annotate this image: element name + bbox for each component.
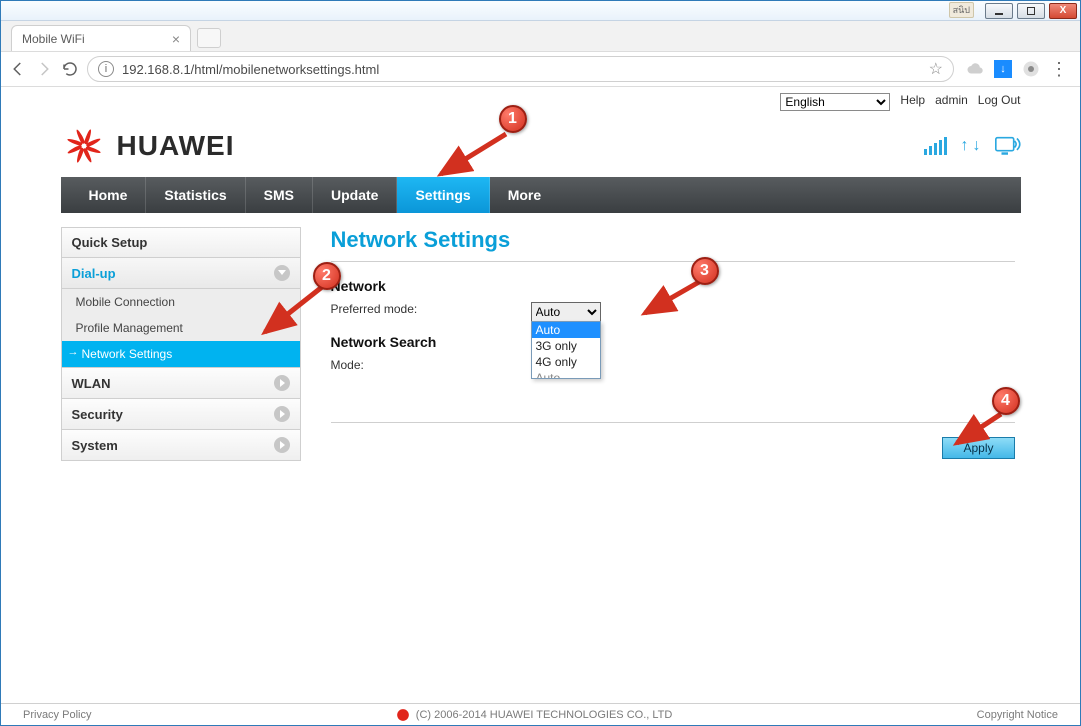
annotation-arrow-1 [431,129,511,179]
browser-toolbar: i 192.168.8.1/html/mobilenetworksettings… [1,51,1080,87]
browser-menu-icon[interactable]: ⋮ [1050,60,1068,78]
page-viewport: English Help admin Log Out [1,87,1080,725]
annotation-badge-3: 3 [691,257,719,285]
nav-sms[interactable]: SMS [246,177,313,213]
brand-row: HUAWEI ↑↓ [61,121,1021,171]
extension-icons: ↓ ⋮ [962,60,1072,78]
annotation-arrow-2 [257,282,327,338]
browser-tab[interactable]: Mobile WiFi × [11,25,191,51]
os-maximize-button[interactable] [1017,3,1045,19]
preferred-mode-select[interactable]: Auto [531,302,601,322]
signal-bars-icon [924,137,947,155]
nav-settings[interactable]: Settings [397,177,489,213]
new-tab-button[interactable] [197,28,221,48]
url-text: 192.168.8.1/html/mobilenetworksettings.h… [122,62,379,77]
nav-statistics[interactable]: Statistics [146,177,245,213]
sidebar-item-label: Security [72,407,123,422]
sidebar-system[interactable]: System [61,430,301,461]
annotation-arrow-3 [639,277,705,319]
footer-privacy[interactable]: Privacy Policy [23,709,91,721]
option-auto[interactable]: Auto [532,322,600,338]
sidebar-item-label: WLAN [72,376,111,391]
annotation-badge-1: 1 [499,105,527,133]
annotation-badge-2: 2 [313,262,341,290]
nav-home[interactable]: Home [71,177,147,213]
sidebar-network-settings[interactable]: Network Settings [61,341,301,367]
browser-tab-title: Mobile WiFi [22,32,85,46]
content-pane: Network Settings Network Preferred mode:… [331,227,1021,461]
option-3g-only[interactable]: 3G only [532,338,600,354]
address-bar[interactable]: i 192.168.8.1/html/mobilenetworksettings… [87,56,954,82]
page-header-links: English Help admin Log Out [61,93,1021,115]
preferred-mode-open-list: Auto 3G only 4G only Auto [531,321,601,379]
data-arrows-icon: ↑↓ [961,137,981,155]
divider [331,261,1015,262]
sidebar-wlan[interactable]: WLAN [61,367,301,399]
wifi-monitor-icon [995,134,1021,159]
bookmark-star-icon[interactable]: ☆ [929,59,943,79]
nav-update[interactable]: Update [313,177,397,213]
main-nav: Home Statistics SMS Update Settings More [61,177,1021,213]
admin-link[interactable]: admin [935,93,968,107]
sidebar: Quick Setup Dial-up Mobile Connection Pr… [61,227,301,461]
logout-link[interactable]: Log Out [978,93,1021,107]
page-title: Network Settings [331,227,1015,253]
download-ext-icon[interactable]: ↓ [994,60,1012,78]
footer-copyright: (C) 2006-2014 HUAWEI TECHNOLOGIES CO., L… [416,709,673,721]
brand-logo: HUAWEI [61,123,235,169]
option-hidden[interactable]: Auto [532,370,600,378]
help-link[interactable]: Help [900,93,925,107]
footer: Privacy Policy (C) 2006-2014 HUAWEI TECH… [1,703,1080,725]
huawei-mini-icon [396,708,410,722]
status-icons: ↑↓ [924,131,1021,161]
snip-label: สนิป [949,2,974,18]
chevron-down-icon [274,265,290,281]
annotation-arrow-4 [951,409,1007,449]
preferred-mode-label: Preferred mode: [331,302,531,316]
cloud-ext-icon[interactable] [966,60,984,78]
tab-close-icon[interactable]: × [172,31,180,47]
sidebar-quick-setup[interactable]: Quick Setup [61,227,301,258]
brand-text: HUAWEI [117,130,235,162]
mode-label: Mode: [331,358,531,372]
chevron-right-icon [274,375,290,391]
language-select[interactable]: English [780,93,890,111]
footer-notice[interactable]: Copyright Notice [977,709,1058,721]
sidebar-item-label: Quick Setup [72,235,148,250]
sidebar-item-label: Dial-up [72,266,116,281]
annotation-badge-4: 4 [992,387,1020,415]
chevron-right-icon [274,406,290,422]
os-close-button[interactable]: X [1049,3,1077,19]
os-titlebar: สนิป X [1,1,1080,21]
sidebar-security[interactable]: Security [61,399,301,430]
forward-button [35,60,53,78]
option-4g-only[interactable]: 4G only [532,354,600,370]
browser-tabstrip: Mobile WiFi × [1,21,1080,51]
site-info-icon[interactable]: i [98,61,114,77]
os-minimize-button[interactable] [985,3,1013,19]
huawei-flower-icon [61,123,107,169]
section-network-search-heading: Network Search [331,334,1015,350]
chevron-right-icon [274,437,290,453]
reload-button[interactable] [61,60,79,78]
sidebar-item-label: System [72,438,118,453]
wappalyzer-ext-icon[interactable] [1022,60,1040,78]
back-button[interactable] [9,60,27,78]
nav-more[interactable]: More [490,177,559,213]
